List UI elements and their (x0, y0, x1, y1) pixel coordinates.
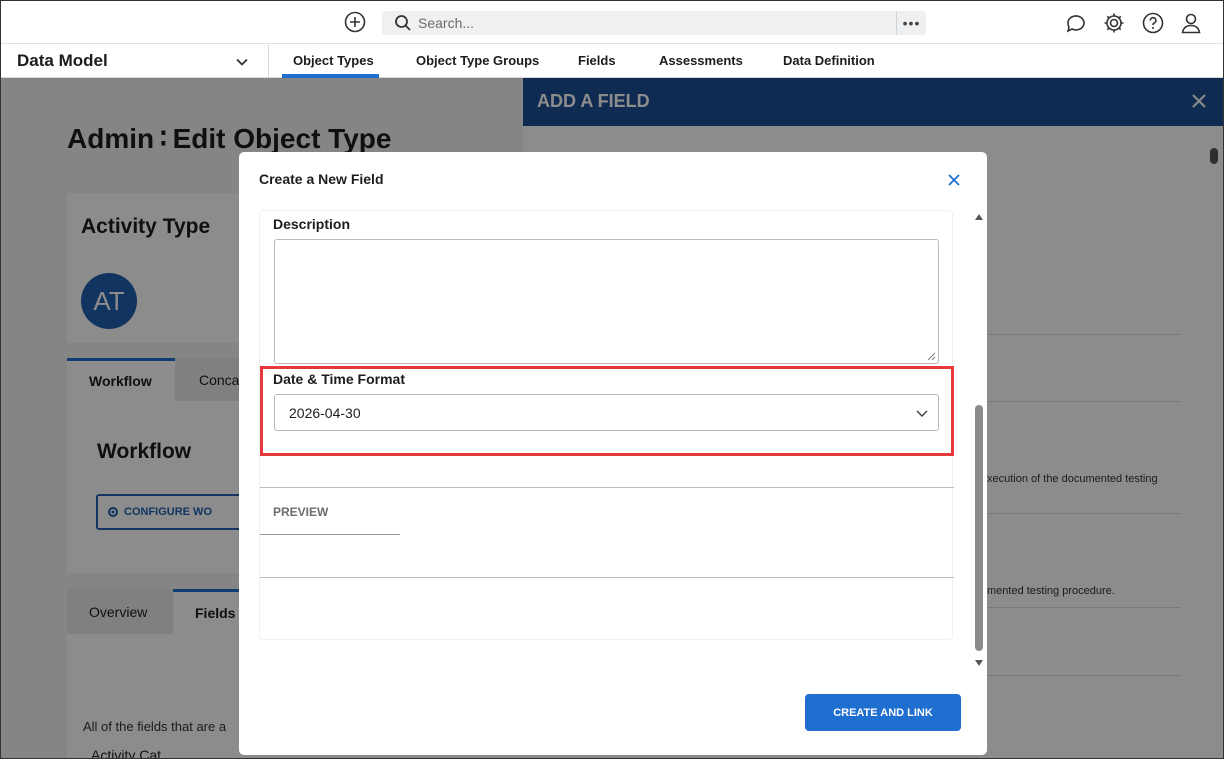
tab-assessments[interactable]: Assessments (659, 53, 743, 68)
description-label: Description (273, 216, 351, 232)
app-selector[interactable]: Data Model (0, 45, 269, 78)
add-circle-icon[interactable] (343, 10, 367, 34)
date-time-format-value: 2026-04-30 (289, 405, 361, 421)
search-bar[interactable]: ••• (382, 11, 926, 35)
close-icon[interactable] (945, 171, 963, 189)
chat-icon[interactable] (1064, 11, 1088, 35)
divider (260, 577, 954, 578)
search-icon (395, 15, 411, 31)
resize-grip-icon[interactable] (926, 351, 936, 361)
dialog-title: Create a New Field (259, 171, 384, 187)
dialog-scrollbar[interactable] (973, 212, 985, 668)
app-name: Data Model (17, 51, 108, 70)
date-time-format-select[interactable]: 2026-04-30 (274, 394, 939, 431)
tab-object-types[interactable]: Object Types (293, 53, 374, 68)
divider (260, 487, 954, 488)
chevron-down-icon (916, 410, 928, 418)
description-textarea[interactable] (274, 239, 939, 364)
date-time-format-label: Date & Time Format (273, 371, 405, 387)
help-icon[interactable] (1141, 11, 1165, 35)
create-and-link-button[interactable]: CREATE AND LINK (805, 694, 961, 731)
search-options-button[interactable]: ••• (896, 11, 926, 35)
tab-fields[interactable]: Fields (578, 53, 616, 68)
dialog-form: Description Date & Time Format 2026-04-3… (259, 210, 954, 640)
nav-bar: Data Model Object Types Object Type Grou… (0, 45, 1224, 78)
gear-icon[interactable] (1102, 11, 1126, 35)
tab-data-definition[interactable]: Data Definition (783, 53, 875, 68)
user-icon[interactable] (1179, 11, 1203, 35)
dialog-scrollbar-thumb[interactable] (975, 405, 983, 651)
scroll-down-arrow-icon[interactable] (975, 660, 983, 666)
tab-object-type-groups[interactable]: Object Type Groups (416, 53, 539, 68)
preview-label: PREVIEW (273, 505, 329, 519)
top-bar: ••• (0, 0, 1224, 44)
preview-underline (260, 534, 400, 535)
scroll-up-arrow-icon[interactable] (975, 214, 983, 220)
search-input[interactable] (418, 13, 888, 33)
create-field-dialog: Create a New Field Description Date & Ti… (239, 152, 987, 755)
chevron-down-icon (236, 58, 248, 66)
